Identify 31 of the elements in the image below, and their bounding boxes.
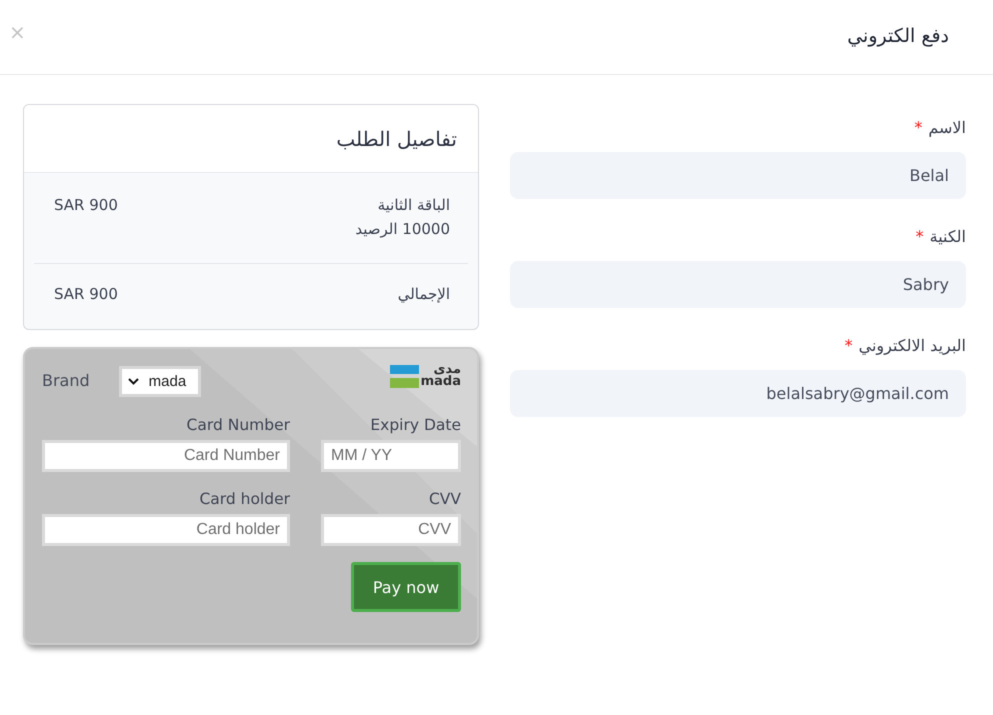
price-text: SAR 900	[54, 284, 118, 305]
row-note: 10000 الرصيد	[355, 219, 450, 240]
row-label: الإجمالي	[398, 284, 450, 305]
logo-latin-text: mada	[420, 376, 461, 388]
chevron-down-icon	[128, 378, 139, 385]
card-number-field[interactable]: Card Number	[42, 440, 290, 472]
card-title: تفاصيل الطلب	[336, 126, 457, 152]
logo-arabic-text: مدى	[434, 364, 461, 376]
brand-select[interactable]: mada	[118, 366, 201, 397]
field-label: Expiry Date	[369, 415, 461, 435]
expiry-date-field[interactable]: MM / YY	[321, 440, 461, 472]
input-field[interactable]: belalsabry@gmail.com	[510, 370, 966, 417]
field-label: Card Number	[186, 415, 290, 435]
dialog-title: دفع الكتروني	[847, 24, 949, 49]
field-label: Card holder	[198, 489, 290, 509]
required-asterisk: *	[914, 117, 922, 139]
cvv-field[interactable]: CVV	[321, 514, 461, 546]
price-text: SAR 900	[54, 195, 118, 216]
row-label: الباقة الثانية	[378, 195, 450, 216]
pay-now-button[interactable]: Pay now	[351, 562, 461, 612]
input-field[interactable]: Belal	[510, 152, 966, 199]
field-label: CVV	[428, 489, 461, 509]
required-asterisk: *	[916, 226, 924, 248]
logo-stripes-icon	[390, 364, 419, 388]
field-label: الكنية	[930, 226, 966, 248]
input-field[interactable]: Sabry	[510, 261, 966, 308]
brand-label: Brand	[42, 371, 90, 391]
required-asterisk: *	[844, 335, 853, 357]
field-label: البريد الالكتروني	[858, 335, 966, 357]
field-label: الاسم	[928, 117, 966, 139]
card-holder-field[interactable]: Card holder	[42, 514, 290, 546]
